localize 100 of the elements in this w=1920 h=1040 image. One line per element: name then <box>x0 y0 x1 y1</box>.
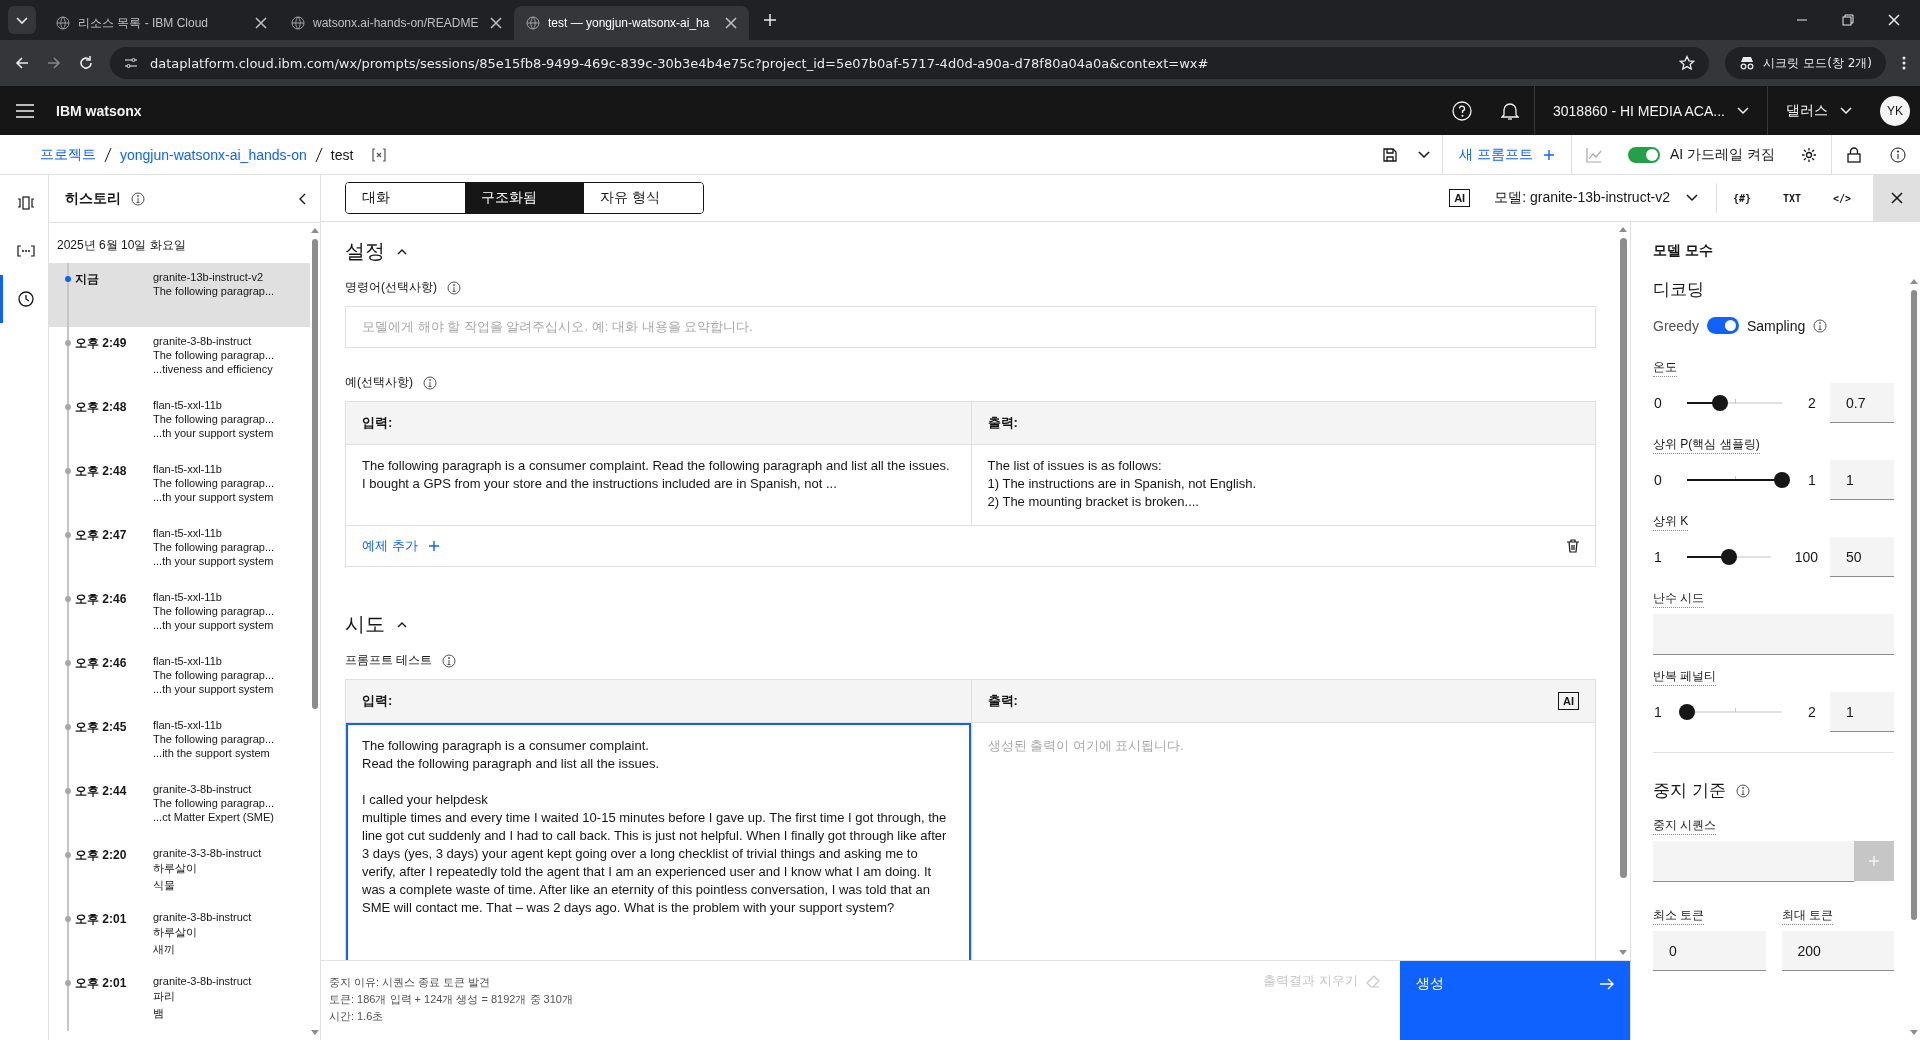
input-field[interactable] <box>1653 614 1894 655</box>
history-preview: The following paragrap... <box>153 541 276 553</box>
history-time: 오후 2:45 <box>75 719 128 736</box>
tab-list-icon[interactable] <box>8 6 36 34</box>
history-model: granite-3-8b-instruct <box>153 911 253 923</box>
info-icon[interactable] <box>1890 146 1906 163</box>
history-time: 오후 2:49 <box>75 335 128 352</box>
history-preview: ...th your support system <box>153 555 275 567</box>
timeline-dot <box>65 276 71 282</box>
mode-tab[interactable]: 구조화됨 <box>465 183 584 213</box>
back-icon[interactable] <box>14 55 30 71</box>
output-placeholder: 생성된 출력이 여기에 표시됩니다. <box>987 738 1184 753</box>
history-item[interactable]: 지금 granite-13b-instruct-v2 The following paragrap... <box>49 263 310 327</box>
history-item[interactable]: 오후 2:46 flan-t5-xxl-11b The following paragrap... ...th your support system <box>49 647 310 711</box>
history-model: flan-t5-xxl-11b <box>153 463 223 475</box>
timeline-dot <box>65 532 71 538</box>
breadcrumb-link[interactable]: yongjun-watsonx-ai_hands-on <box>120 146 307 163</box>
browser-tab[interactable]: test — yongjun-watsonx-ai_ha <box>514 6 749 40</box>
reload-icon[interactable] <box>78 55 94 71</box>
chevron-up-icon[interactable] <box>397 248 407 255</box>
slider-thumb[interactable] <box>1720 549 1737 565</box>
new-tab-icon[interactable] <box>763 13 777 27</box>
info-icon <box>131 191 145 206</box>
history-item[interactable]: 오후 2:47 flan-t5-xxl-11b The following paragrap... ...th your support system <box>49 519 310 583</box>
close-icon[interactable] <box>725 17 737 29</box>
number-field[interactable]: 200 <box>1781 931 1894 971</box>
history-item[interactable]: 오후 2:44 granite-3-8b-instruct The following paragrap... ...ct Matter Expert (SME) <box>49 775 310 839</box>
compare-icon[interactable] <box>16 196 35 210</box>
history-item[interactable]: 오후 2:48 flan-t5-xxl-11b The following paragrap... ...th your support system <box>49 455 310 519</box>
variables-icon[interactable] <box>371 146 388 163</box>
caret-icon[interactable] <box>1418 150 1431 159</box>
close-icon[interactable] <box>490 17 502 29</box>
history-item[interactable]: 오후 2:46 flan-t5-xxl-11b The following paragrap... ...th your support system <box>49 583 310 647</box>
history-icon[interactable] <box>17 291 34 307</box>
user-avatar[interactable]: YK <box>1880 95 1910 126</box>
notification-icon[interactable] <box>1501 100 1519 121</box>
slider-thumb[interactable] <box>1712 395 1729 411</box>
field-label: 예(선택사항) <box>345 374 413 391</box>
history-item[interactable]: 오후 2:01 granite-3-8b-instruct 파리 뱀 <box>49 967 310 1031</box>
help-icon[interactable] <box>1452 100 1472 121</box>
history-time: 오후 2:48 <box>75 463 128 480</box>
history-time: 오후 2:47 <box>75 527 128 544</box>
new-prompt-button[interactable]: 새 프롬프트 <box>1442 134 1572 175</box>
parameter-label: 최대 토큰 <box>1781 907 1833 925</box>
toggle-label: Greedy <box>1653 317 1699 334</box>
decoding-toggle[interactable] <box>1706 317 1739 334</box>
save-icon[interactable] <box>1382 146 1399 163</box>
close-icon[interactable] <box>255 17 267 29</box>
globe-icon <box>56 16 70 30</box>
breadcrumb-link[interactable]: 프로젝트 <box>40 145 96 164</box>
example-input[interactable]: The following paragraph is a consumer complaint. Read the following paragraph and list all the issues. I bought a GPS from your store and the instructions included are in Spanish, not ... <box>346 445 971 526</box>
number-field[interactable]: 1 <box>1830 692 1894 732</box>
info-icon <box>423 375 437 390</box>
history-item[interactable]: 오후 2:45 flan-t5-xxl-11b The following paragrap... ...ith the support system <box>49 711 310 775</box>
history-item[interactable]: 오후 2:20 granite-3-3-8b-instruct 하루살이 식물 <box>49 839 310 903</box>
generate-button[interactable]: 생성 <box>1400 961 1630 1040</box>
restore-icon[interactable] <box>1842 14 1854 26</box>
trash-icon[interactable] <box>1567 539 1579 553</box>
history-time: 오후 2:01 <box>75 975 128 992</box>
incognito-button[interactable]: 시크릿 모드(창 2개) <box>1725 47 1886 79</box>
eraser-icon <box>1366 974 1380 988</box>
history-preview: 식물 <box>153 878 176 893</box>
menu-icon[interactable] <box>16 103 34 118</box>
globe-icon <box>526 16 540 30</box>
chevron-up-icon[interactable] <box>397 621 407 628</box>
brackets-icon[interactable] <box>16 245 35 257</box>
star-icon[interactable] <box>1679 55 1696 71</box>
history-preview: ...ith the support system <box>153 747 271 759</box>
section-title: 중지 기준 <box>1653 780 1726 802</box>
collapse-icon[interactable] <box>298 192 306 205</box>
slider-thumb[interactable] <box>1774 472 1790 488</box>
slider-thumb[interactable] <box>1679 704 1695 720</box>
settings-icon[interactable] <box>1801 146 1817 163</box>
browser-tab[interactable]: 리소스 목록 - IBM Cloud <box>44 6 279 40</box>
view-button[interactable]: TXT <box>1767 192 1817 204</box>
more-icon[interactable] <box>1902 55 1906 71</box>
example-output[interactable]: The list of issues is as follows: 1) The instructions are in Spanish, not English. 2) The mounting bracket is broken.... <box>970 445 1595 526</box>
input-field[interactable] <box>1653 841 1854 882</box>
history-item[interactable]: 오후 2:01 granite-3-8b-instruct 하루살이 새끼 <box>49 903 310 967</box>
view-button[interactable]: </> <box>1817 192 1867 204</box>
guardrail-toggle[interactable] <box>1628 146 1660 163</box>
forward-icon[interactable] <box>46 55 62 71</box>
info-icon <box>1813 318 1828 333</box>
close-button[interactable] <box>1873 174 1920 222</box>
add-example-link[interactable]: 예제 추가 <box>362 537 440 555</box>
number-field[interactable]: 50 <box>1830 537 1894 577</box>
number-field[interactable]: 1 <box>1830 460 1894 500</box>
view-button[interactable]: {#} <box>1717 192 1767 204</box>
history-item[interactable]: 오후 2:49 granite-3-8b-instruct The following paragrap... ...tiveness and efficiency <box>49 327 310 391</box>
history-item[interactable]: 오후 2:48 flan-t5-xxl-11b The following paragrap... ...th your support system <box>49 391 310 455</box>
number-field[interactable]: 0.7 <box>1830 383 1894 423</box>
browser-tab[interactable]: watsonx.ai-hands-on/README <box>279 6 514 40</box>
history-preview: ...th your support system <box>153 491 275 503</box>
model-selector[interactable]: 모델: granite-13b-instruct-v2 <box>1494 183 1717 213</box>
prompt-input[interactable]: The following paragraph is a consumer complaint. Read the following paragraph and list all the issues. I called your helpdesk multiple times and every time I waited 10-15 minutes before I gave up. The first time I got through, the line got cut suddenly and I had to call back. This is just not helpful. When I finally got through like after 3 days (yes, 3 days) your agent kept going over a long checklist of trivial things and asking me to verify, after I repeatedly told the agent that I am an experienced user and I know what I am doing. It was a complete waste of time. After like an eternity of this pointless conversation, I was told that an SME will contact me. That – was 2 days ago. What is the problem with your support system? <box>346 723 971 960</box>
address-bar[interactable]: dataplatform.cloud.ibm.com/wx/prompts/sessions/85e15fb8-9499-469c-839c-30b3e4b4e75c?project_id=5e07b0af-5717-4d0d-a90a-d78f80a04a0a&context=wx# <box>110 47 1710 79</box>
lock-icon[interactable] <box>1847 146 1861 163</box>
number-field[interactable]: 0 <box>1653 931 1766 971</box>
parameter-label: 중지 시퀀스 <box>1653 817 1717 835</box>
history-preview: 뱀 <box>153 1006 165 1021</box>
